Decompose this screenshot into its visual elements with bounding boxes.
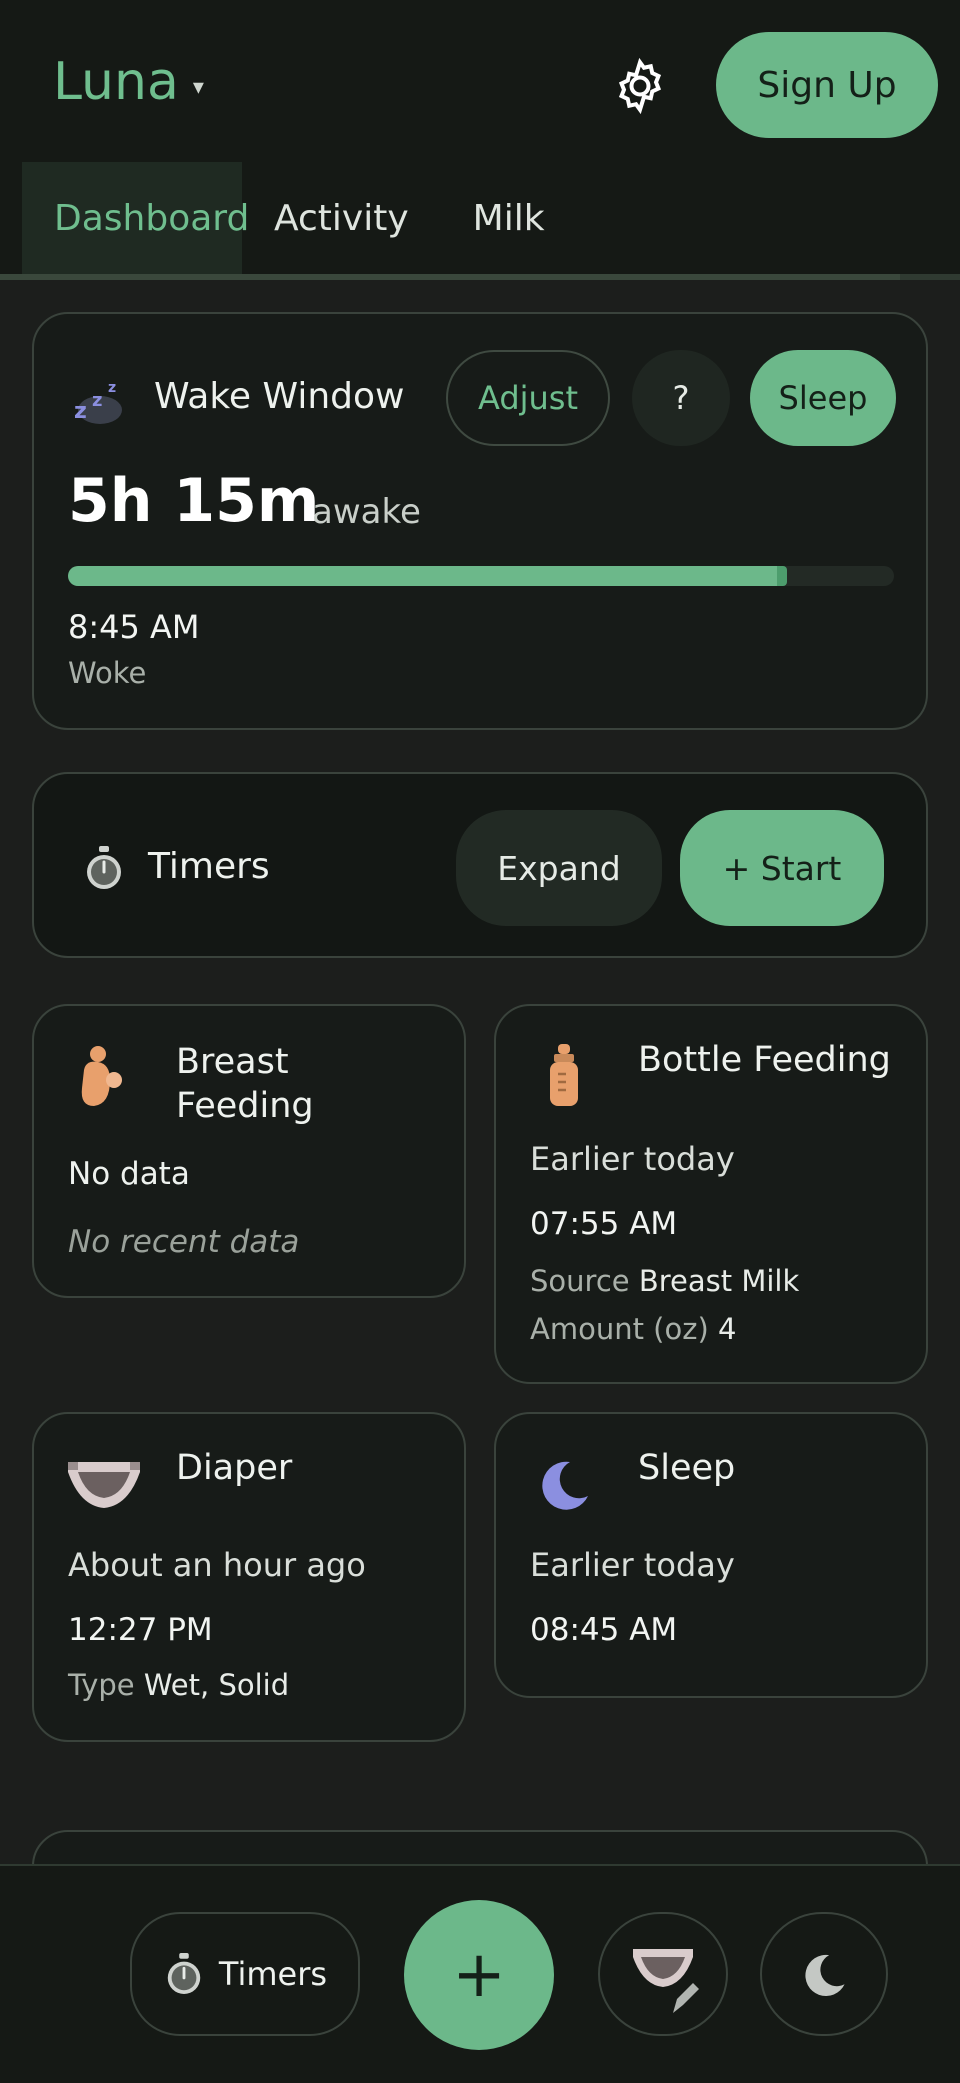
breast-feeding-status: No data xyxy=(68,1156,190,1192)
svg-text:z: z xyxy=(108,380,116,396)
bottle-source-label: Source xyxy=(530,1264,630,1298)
diaper-icon xyxy=(64,1456,144,1512)
app-header: Luna ▾ Sign Up Dashboard Activity Milk xyxy=(0,0,960,280)
wake-window-title: Wake Window xyxy=(154,376,405,417)
expand-button[interactable]: Expand xyxy=(456,810,662,926)
stopwatch-icon xyxy=(82,844,126,892)
start-timer-button[interactable]: + Start xyxy=(680,810,884,926)
sleep-card[interactable]: Sleep Earlier today 08:45 AM xyxy=(494,1412,928,1698)
breast-feeding-card[interactable]: Breast Feeding No data No recent data xyxy=(32,1004,466,1298)
stopwatch-icon xyxy=(163,1951,205,1997)
moon-icon xyxy=(800,1950,848,1998)
bottle-source-row: Source Breast Milk xyxy=(530,1264,799,1298)
moon-icon xyxy=(536,1456,592,1512)
breast-feeding-title: Breast Feeding xyxy=(176,1042,314,1126)
sleep-when: Earlier today xyxy=(530,1546,735,1584)
wake-progress-fill xyxy=(68,566,787,586)
timers-nav-label: Timers xyxy=(218,1955,328,1993)
diaper-card[interactable]: Diaper About an hour ago 12:27 PM Type W… xyxy=(32,1412,466,1742)
woke-time: 8:45 AM xyxy=(68,608,200,646)
diaper-title: Diaper xyxy=(176,1448,293,1488)
tab-activity[interactable]: Activity xyxy=(242,162,441,274)
wake-window-card: z z z Wake Window Adjust ? Sleep 5h 15m … xyxy=(32,312,928,730)
sign-up-button[interactable]: Sign Up xyxy=(716,32,938,138)
bottle-source-value: Breast Milk xyxy=(638,1264,800,1298)
diaper-edit-button[interactable] xyxy=(598,1912,728,2036)
svg-text:z: z xyxy=(74,399,87,424)
bottle-feeding-title: Bottle Feeding xyxy=(638,1040,891,1080)
sleep-title: Sleep xyxy=(638,1448,736,1488)
add-entry-button[interactable]: + xyxy=(404,1900,554,2050)
awake-duration: 5h 15m xyxy=(68,466,320,536)
diaper-type-row: Type Wet, Solid xyxy=(68,1668,289,1702)
timers-card: Timers Expand + Start xyxy=(32,772,928,958)
tab-dashboard[interactable]: Dashboard xyxy=(22,162,249,274)
breastfeeding-icon xyxy=(74,1042,130,1114)
baby-selector[interactable]: Luna ▾ xyxy=(53,52,204,112)
tab-milk[interactable]: Milk xyxy=(441,162,577,274)
bottle-feeding-card[interactable]: Bottle Feeding Earlier today 07:55 AM So… xyxy=(494,1004,928,1384)
diaper-type-value: Wet, Solid xyxy=(143,1668,290,1702)
svg-text:z: z xyxy=(92,390,102,411)
help-button[interactable]: ? xyxy=(632,350,730,446)
breast-feeding-note: No recent data xyxy=(68,1224,300,1260)
timers-nav-button[interactable]: Timers xyxy=(130,1912,360,2036)
bottle-amount-row: Amount (oz) 4 xyxy=(530,1312,736,1346)
bottle-amount-label: Amount (oz) xyxy=(530,1312,709,1346)
zzz-icon: z z z xyxy=(70,374,126,430)
timers-title: Timers xyxy=(148,846,270,887)
bottle-amount-value: 4 xyxy=(718,1312,737,1346)
adjust-button[interactable]: Adjust xyxy=(446,350,610,446)
diaper-edit-icon xyxy=(623,1929,703,2019)
bottle-icon xyxy=(544,1042,584,1110)
sleep-nav-button[interactable] xyxy=(760,1912,888,2036)
diaper-when: About an hour ago xyxy=(68,1546,366,1584)
wake-progress-track xyxy=(68,566,894,586)
chevron-down-icon: ▾ xyxy=(192,74,204,100)
gear-icon[interactable] xyxy=(610,56,670,116)
bottom-nav: Timers + xyxy=(0,1864,960,2083)
sleep-time: 08:45 AM xyxy=(530,1612,678,1648)
sleep-button[interactable]: Sleep xyxy=(750,350,896,446)
diaper-time: 12:27 PM xyxy=(68,1612,213,1648)
awake-suffix: awake xyxy=(312,492,421,532)
bottle-feeding-when: Earlier today xyxy=(530,1140,735,1178)
tab-bar: Dashboard Activity Milk xyxy=(22,162,577,274)
tab-underline xyxy=(0,274,960,280)
bottle-feeding-time: 07:55 AM xyxy=(530,1206,678,1242)
baby-name: Luna xyxy=(53,52,179,112)
diaper-type-label: Type xyxy=(68,1668,135,1702)
woke-label: Woke xyxy=(68,656,147,690)
